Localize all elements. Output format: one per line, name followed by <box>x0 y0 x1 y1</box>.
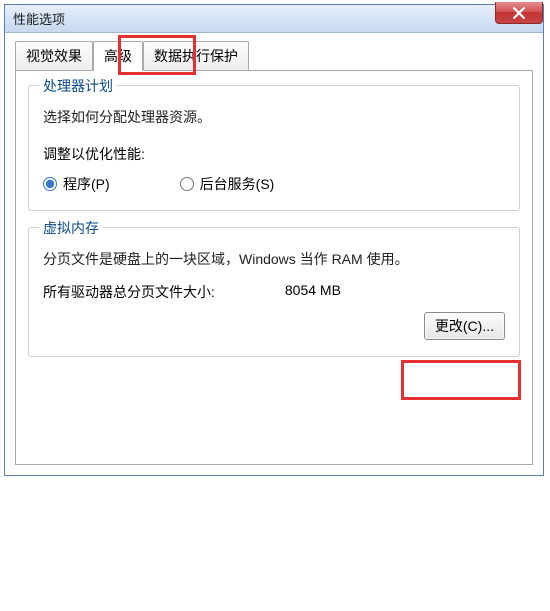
close-icon <box>513 7 525 19</box>
optimize-label: 调整以优化性能: <box>43 144 505 164</box>
performance-options-dialog: 性能选项 视觉效果 高级 数据执行保护 处理器计划 选择如何分配处理器资源。 调… <box>4 4 544 476</box>
radio-row: 程序(P) 后台服务(S) <box>43 174 505 194</box>
group-title-cpu: 处理器计划 <box>39 76 117 96</box>
radio-background-label: 后台服务(S) <box>200 174 275 194</box>
vm-size-label: 所有驱动器总分页文件大小: <box>43 282 215 302</box>
change-button-wrap: 更改(C)... <box>43 312 505 340</box>
tab-advanced[interactable]: 高级 <box>93 41 143 71</box>
radio-programs-input[interactable] <box>43 177 57 191</box>
radio-programs-label: 程序(P) <box>63 174 110 194</box>
change-button[interactable]: 更改(C)... <box>424 312 505 340</box>
close-button[interactable] <box>495 2 543 24</box>
vm-desc: 分页文件是硬盘上的一块区域，Windows 当作 RAM 使用。 <box>43 248 505 272</box>
content-panel: 处理器计划 选择如何分配处理器资源。 调整以优化性能: 程序(P) 后台服务(S… <box>15 70 533 465</box>
radio-programs[interactable]: 程序(P) <box>43 174 110 194</box>
tab-row: 视觉效果 高级 数据执行保护 <box>15 41 543 70</box>
titlebar: 性能选项 <box>5 5 543 33</box>
vm-size-row: 所有驱动器总分页文件大小: 8054 MB <box>43 282 505 302</box>
tab-dep[interactable]: 数据执行保护 <box>143 41 249 70</box>
radio-background-input[interactable] <box>180 177 194 191</box>
group-virtual-memory: 虚拟内存 分页文件是硬盘上的一块区域，Windows 当作 RAM 使用。 所有… <box>28 227 520 357</box>
group-processor-scheduling: 处理器计划 选择如何分配处理器资源。 调整以优化性能: 程序(P) 后台服务(S… <box>28 85 520 211</box>
vm-size-value: 8054 MB <box>285 282 341 302</box>
group-title-vm: 虚拟内存 <box>39 218 103 238</box>
radio-background[interactable]: 后台服务(S) <box>180 174 275 194</box>
cpu-desc: 选择如何分配处理器资源。 <box>43 106 505 128</box>
dialog-title: 性能选项 <box>13 9 65 28</box>
tab-visual-effects[interactable]: 视觉效果 <box>15 41 93 70</box>
